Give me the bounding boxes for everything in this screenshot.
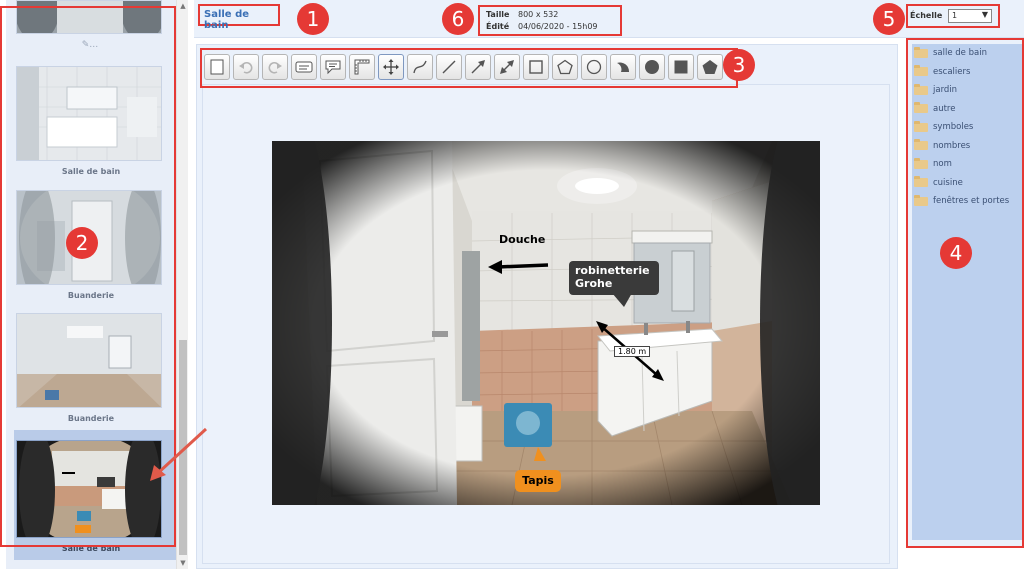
annotation-douche[interactable]: Douche	[499, 233, 545, 246]
chevron-down-icon: ▼	[981, 10, 988, 19]
thumbnail-buanderie-2[interactable]	[16, 313, 162, 408]
pentagon-outline-icon[interactable]	[552, 54, 578, 80]
sector-icon[interactable]	[610, 54, 636, 80]
folder-label: nombres	[933, 140, 971, 151]
double-arrow-icon[interactable]	[494, 54, 520, 80]
thumbnail-caption: Buanderie	[67, 414, 115, 423]
pointer-arrow-icon	[150, 427, 208, 481]
folder-label: autre	[933, 103, 956, 114]
annotation-robinetterie-line2: Grohe	[575, 277, 613, 290]
folder-label: symboles	[933, 122, 974, 133]
scale-label: Échelle	[910, 11, 943, 20]
line-icon[interactable]	[436, 54, 462, 80]
redo-icon[interactable]	[262, 54, 288, 80]
speech-bubble-icon[interactable]	[320, 54, 346, 80]
folder-item[interactable]: autre	[912, 100, 1022, 119]
circle-icon[interactable]	[581, 54, 607, 80]
edit-icon[interactable]: ✎…	[78, 40, 102, 52]
thumbnail-caption: Salle de bain	[61, 544, 121, 553]
folder-item[interactable]: fenêtres et portes	[912, 192, 1022, 211]
scale-value: 1	[952, 11, 958, 20]
folder-icon	[914, 139, 928, 151]
folder-label: jardin	[933, 85, 958, 96]
folder-item[interactable]: escaliers	[912, 63, 1022, 82]
folder-item[interactable]: salle de bain	[912, 44, 1022, 63]
size-value: 800 x 532	[518, 10, 559, 19]
folder-label: escaliers	[933, 66, 971, 77]
badge-5: 5	[873, 3, 905, 35]
edited-label: Édité	[486, 22, 510, 31]
thumbnail-salle-de-bain[interactable]	[16, 66, 162, 161]
folder-label: fenêtres et portes	[933, 196, 1010, 207]
folder-item[interactable]: jardin	[912, 81, 1022, 100]
rectangle-icon[interactable]	[523, 54, 549, 80]
scale-control: Échelle 1 ▼	[906, 4, 1000, 28]
badge-1: 1	[297, 3, 329, 35]
filled-square-icon[interactable]	[668, 54, 694, 80]
badge-2: 2	[66, 227, 98, 259]
page-title: Salle de bain	[198, 4, 280, 31]
new-page-icon[interactable]	[204, 54, 230, 80]
folder-icon	[914, 194, 928, 206]
bathroom-image	[272, 141, 820, 505]
folder-list: salle de bain escaliers jardin autre sym…	[912, 44, 1022, 540]
folder-icon	[914, 120, 928, 132]
annotation-tapis[interactable]: Tapis	[515, 470, 561, 492]
annotation-measure[interactable]: 1.80 m	[614, 346, 651, 357]
folder-item[interactable]: nom	[912, 155, 1022, 174]
badge-4: 4	[940, 237, 972, 269]
text-label-icon[interactable]	[291, 54, 317, 80]
arrow-icon[interactable]	[465, 54, 491, 80]
badge-6: 6	[442, 3, 474, 35]
folder-icon	[914, 46, 928, 58]
filled-pentagon-icon[interactable]	[697, 54, 723, 80]
scroll-down-icon[interactable]: ▼	[177, 557, 189, 569]
folder-item[interactable]: cuisine	[912, 174, 1022, 193]
move-icon[interactable]	[378, 54, 404, 80]
folder-label: nom	[933, 159, 952, 170]
folder-item[interactable]: symboles	[912, 118, 1022, 137]
thumbnail-caption: Salle de bain	[61, 167, 121, 176]
badge-3: 3	[723, 49, 755, 81]
app-root: ✎… Salle de bain Buanderie Buanderie Sal…	[0, 0, 1024, 569]
folder-label: cuisine	[933, 177, 963, 188]
folder-icon	[914, 102, 928, 114]
edited-value: 04/06/2020 - 15h09	[518, 22, 598, 31]
size-label: Taille	[486, 10, 510, 19]
ruler-icon[interactable]	[349, 54, 375, 80]
image-info: Taille 800 x 532 Édité 04/06/2020 - 15h09	[478, 5, 622, 36]
thumbnail-top[interactable]	[16, 0, 162, 34]
folder-item[interactable]: nombres	[912, 137, 1022, 156]
annotation-robinetterie-line1: robinetterie	[575, 264, 650, 277]
folder-icon	[914, 83, 928, 95]
folder-label: salle de bain	[933, 48, 987, 59]
folder-icon	[914, 157, 928, 169]
bathroom-photo[interactable]: Douche robinetterie Grohe 1.80 m Tapis	[272, 141, 820, 505]
folder-icon	[914, 176, 928, 188]
annotation-robinetterie[interactable]: robinetterie Grohe	[569, 261, 659, 295]
curve-icon[interactable]	[407, 54, 433, 80]
scale-select[interactable]: 1 ▼	[948, 9, 992, 23]
filled-circle-icon[interactable]	[639, 54, 665, 80]
thumbnail-caption: Buanderie	[67, 291, 115, 300]
folder-icon	[914, 65, 928, 77]
undo-icon[interactable]	[233, 54, 259, 80]
drawing-toolbar	[204, 54, 723, 80]
scroll-up-icon[interactable]: ▲	[177, 0, 189, 12]
